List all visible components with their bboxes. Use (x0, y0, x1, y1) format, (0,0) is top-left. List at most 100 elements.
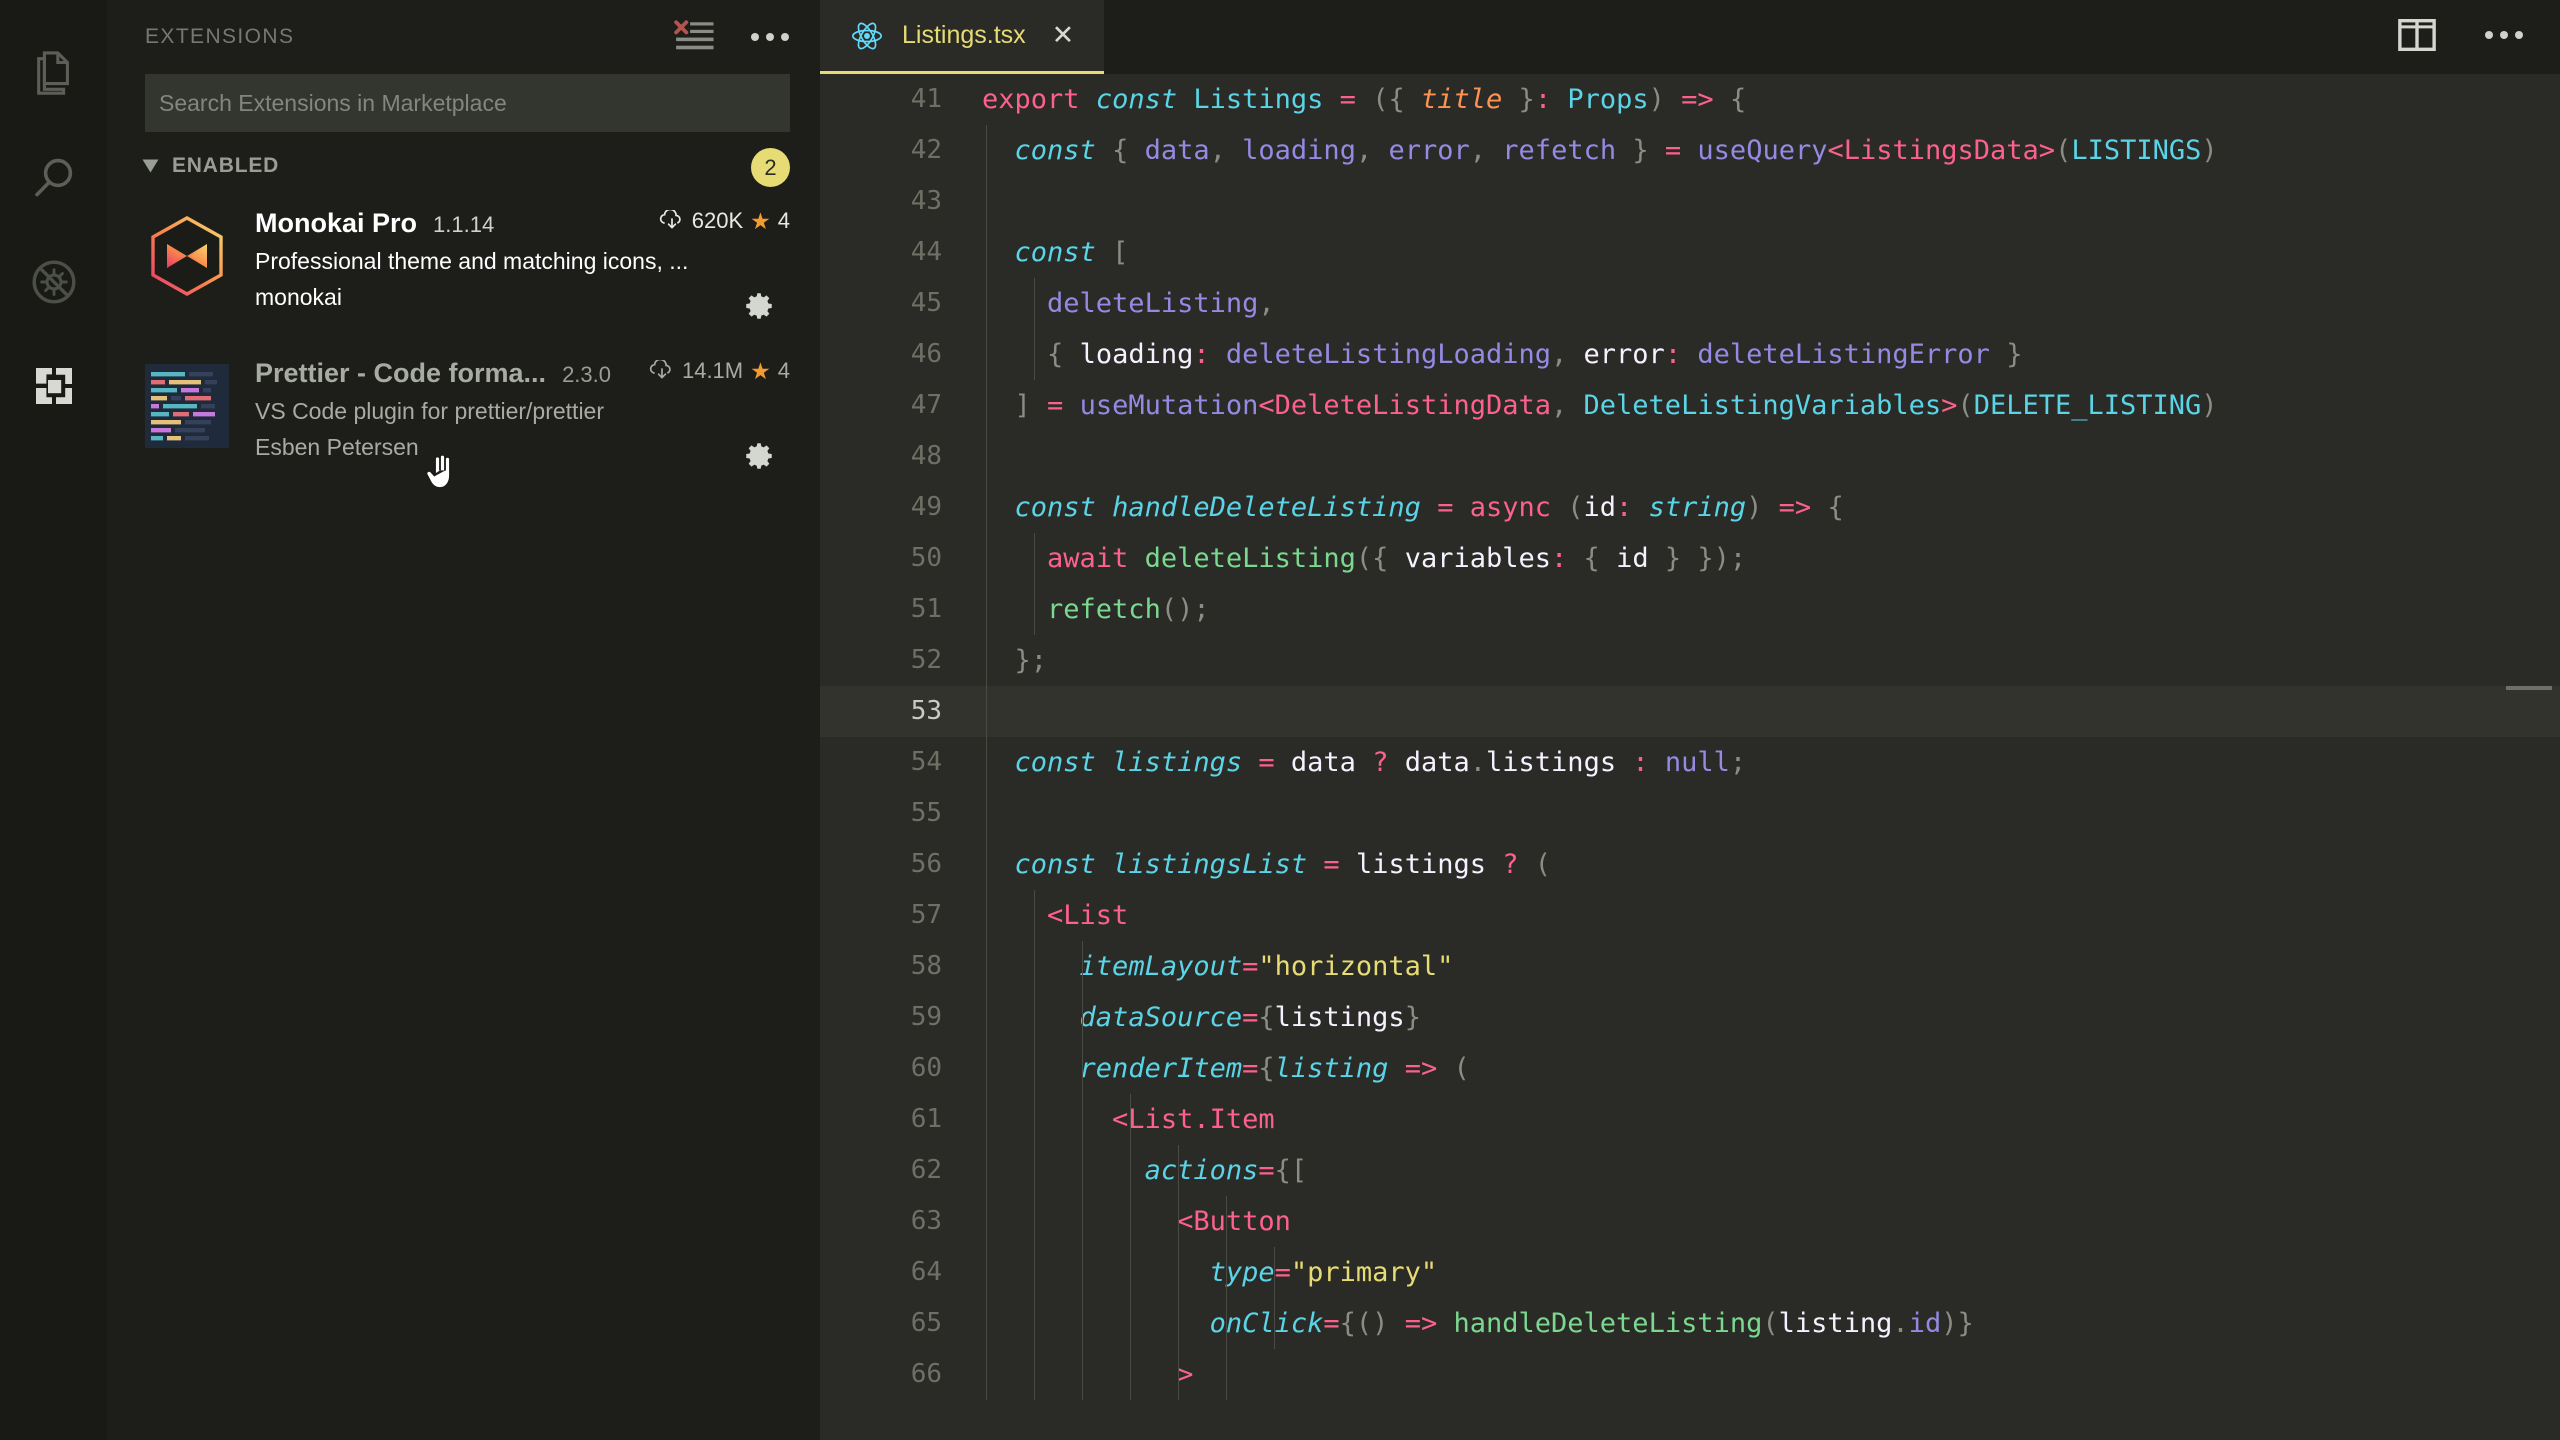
extensions-icon (35, 368, 72, 404)
indent-guide (1130, 1298, 1131, 1349)
line-number: 59 (910, 1002, 942, 1032)
code-line[interactable]: 55 (820, 788, 2560, 839)
more-actions-icon (2485, 31, 2523, 39)
indent-guide (986, 1247, 987, 1298)
code-line[interactable]: 64 type="primary" (820, 1247, 2560, 1298)
code-line[interactable]: 60 renderItem={listing => ( (820, 1043, 2560, 1094)
code-line-text: itemLayout="horizontal" (982, 941, 1453, 992)
line-number: 56 (910, 849, 942, 879)
line-number: 55 (910, 798, 942, 828)
more-actions-button[interactable] (2484, 28, 2524, 46)
indent-guide (1226, 1247, 1227, 1298)
code-line-text: actions={[ (982, 1145, 1307, 1196)
indent-guide (1274, 1247, 1275, 1298)
search-input[interactable] (159, 74, 776, 132)
line-number: 52 (910, 645, 942, 675)
close-icon[interactable]: ✕ (1052, 22, 1075, 49)
code-line-text: }; (982, 635, 1047, 686)
line-number: 63 (910, 1206, 942, 1236)
code-line[interactable]: 44 const [ (820, 227, 2560, 278)
code-line[interactable]: 52 }; (820, 635, 2560, 686)
code-line-text: const handleDeleteListing = async (id: s… (982, 482, 1844, 533)
indent-guide (1082, 1298, 1083, 1349)
indent-guide (986, 1094, 987, 1145)
activity-item-explorer[interactable] (0, 22, 107, 126)
list-item[interactable]: Monokai Pro 1.1.14 620K ★ 4 Professional… (107, 194, 820, 489)
code-line[interactable]: 45 deleteListing, (820, 278, 2560, 329)
code-line[interactable]: 53 (820, 686, 2560, 737)
sidebar-actions (674, 20, 790, 54)
indent-guide (1130, 1196, 1131, 1247)
indent-guide (986, 635, 987, 686)
code-line[interactable]: 57 <List (820, 890, 2560, 941)
code-line-text: refetch(); (982, 584, 1210, 635)
code-line[interactable]: 41 export const Listings = ({ title }: Pr… (820, 74, 2560, 125)
code-line[interactable]: 49 const handleDeleteListing = async (id… (820, 482, 2560, 533)
indent-guide (986, 125, 987, 176)
search-container (107, 74, 820, 132)
code-editor[interactable]: 41 export const Listings = ({ title }: Pr… (820, 74, 2560, 1440)
code-line[interactable]: 42 const { data, loading, error, refetch… (820, 125, 2560, 176)
indent-guide (986, 431, 987, 482)
indent-guide (1034, 890, 1035, 941)
line-number: 66 (910, 1359, 942, 1389)
code-line-text: onClick={() => handleDeleteListing(listi… (982, 1298, 1974, 1349)
code-line[interactable]: 62 actions={[ (820, 1145, 2560, 1196)
line-number: 53 (910, 696, 942, 726)
code-line[interactable]: 50 await deleteListing({ variables: { id… (820, 533, 2560, 584)
manage-extension-button[interactable] (742, 439, 776, 478)
code-line[interactable]: 46 { loading: deleteListingLoading, erro… (820, 329, 2560, 380)
code-line[interactable]: 48 (820, 431, 2560, 482)
code-line[interactable]: 61 <List.Item (820, 1094, 2560, 1145)
code-line[interactable]: 51 refetch(); (820, 584, 2560, 635)
code-line[interactable]: 47 ] = useMutation<DeleteListingData, De… (820, 380, 2560, 431)
indent-guide (986, 380, 987, 431)
activity-item-run-and-debug[interactable] (0, 230, 107, 334)
line-number: 42 (910, 135, 942, 165)
line-number: 57 (910, 900, 942, 930)
code-line-text: deleteListing, (982, 278, 1275, 329)
indent-guide (1082, 1247, 1083, 1298)
extension-version: 2.3.0 (562, 362, 611, 387)
scrollbar-decoration[interactable] (2506, 686, 2552, 690)
indent-guide (986, 227, 987, 278)
line-number: 41 (910, 84, 942, 114)
code-line[interactable]: 54 const listings = data ? data.listings… (820, 737, 2560, 788)
indent-guide (986, 992, 987, 1043)
code-line[interactable]: 65 onClick={() => handleDeleteListing(li… (820, 1298, 2560, 1349)
indent-guide (1034, 1298, 1035, 1349)
activity-item-search[interactable] (0, 126, 107, 230)
views-and-more-actions-icon (751, 33, 789, 41)
line-number: 48 (910, 441, 942, 471)
indent-guide (986, 1196, 987, 1247)
indent-guide (1226, 1196, 1227, 1247)
indent-guide (986, 533, 987, 584)
code-line-text: const listingsList = listings ? ( (982, 839, 1551, 890)
views-and-more-actions-button[interactable] (750, 31, 790, 43)
code-line[interactable]: 66 > (820, 1349, 2560, 1400)
code-line[interactable]: 56 const listingsList = listings ? ( (820, 839, 2560, 890)
clear-extensions-search-results-button[interactable] (674, 20, 716, 54)
indent-guide (1034, 584, 1035, 635)
manage-extension-button[interactable] (742, 289, 776, 328)
search-box[interactable] (145, 74, 790, 132)
code-line[interactable]: 43 (820, 176, 2560, 227)
line-number: 45 (910, 288, 942, 318)
indent-guide (986, 737, 987, 788)
indent-guide (1034, 941, 1035, 992)
code-line[interactable]: 63 <Button (820, 1196, 2560, 1247)
activity-item-extensions[interactable] (0, 334, 107, 438)
indent-guide (1034, 329, 1035, 380)
indent-guide (1082, 1043, 1083, 1094)
indent-guide (1130, 1349, 1131, 1400)
activity-bar (0, 0, 107, 1440)
tab-listings-tsx[interactable]: Listings.tsx ✕ (820, 0, 1105, 74)
split-editor-right-button[interactable] (2398, 18, 2436, 56)
code-line[interactable]: 58 itemLayout="horizontal" (820, 941, 2560, 992)
enabled-section-header[interactable]: ENABLED 2 (107, 132, 820, 194)
list-item[interactable]: Prettier - Code forma... 2.3.0 14.1M ★ 4 (107, 344, 820, 494)
install-count: 14.1M (681, 358, 744, 383)
code-line[interactable]: 59 dataSource={listings} (820, 992, 2560, 1043)
install-count: 620K (691, 208, 744, 233)
vscode-window: EXTENSIONS Search Extensions in Marketpl… (0, 0, 2560, 1440)
